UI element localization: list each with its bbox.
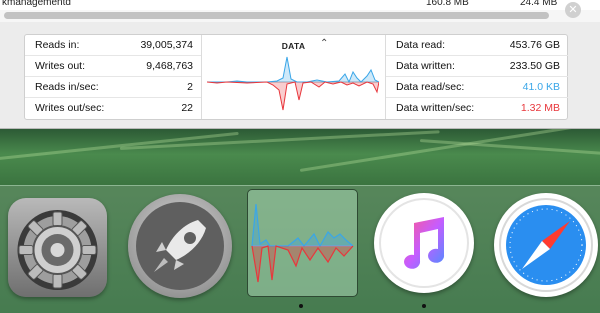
stat-label: Data written: — [396, 60, 455, 72]
stat-label: Writes out: — [35, 60, 85, 72]
stat-value: 453.76 GB — [509, 39, 560, 51]
dock-item-safari[interactable] — [494, 193, 598, 297]
disk-stats-panel: Reads in: 39,005,374 Writes out: 9,468,7… — [24, 34, 568, 120]
running-indicator — [299, 304, 303, 308]
stat-label: Reads in: — [35, 39, 80, 51]
dock-item-system-preferences[interactable] — [8, 198, 107, 297]
activity-monitor-window: kmanagementd 160.8 MB 24.4 MB ✕ Reads in… — [0, 0, 600, 129]
compass-icon — [499, 198, 593, 292]
rocket-icon — [136, 202, 224, 290]
desktop-wallpaper — [0, 129, 600, 185]
disk-activity-graph — [207, 56, 379, 111]
activity-graph-icon — [251, 203, 354, 283]
stat-row-reads-in: Reads in: 39,005,374 — [25, 35, 201, 56]
process-real-memory: 24.4 MB — [520, 0, 558, 8]
scrollbar-thumb[interactable] — [4, 12, 549, 19]
stat-label: Writes out/sec: — [35, 102, 105, 114]
dock-item-itunes[interactable] — [374, 193, 474, 293]
stat-value: 39,005,374 — [140, 39, 193, 51]
io-counts-table: Reads in: 39,005,374 Writes out: 9,468,7… — [25, 35, 202, 119]
stat-value: 1.32 MB — [520, 102, 560, 114]
stat-row-writes-per-sec: Writes out/sec: 22 — [25, 98, 201, 118]
dock-item-activity-monitor[interactable] — [247, 189, 358, 297]
stat-label: Data read: — [396, 39, 446, 51]
stat-row-data-written-per-sec: Data written/sec: 1.32 MB — [386, 98, 568, 118]
stat-row-reads-per-sec: Reads in/sec: 2 — [25, 77, 201, 98]
process-memory: 160.8 MB — [426, 0, 469, 8]
horizontal-scrollbar[interactable] — [0, 10, 600, 22]
data-graph: DATA ⌃ — [202, 35, 385, 119]
dock-item-launchpad[interactable] — [128, 194, 232, 298]
process-row[interactable]: kmanagementd 160.8 MB 24.4 MB — [0, 0, 600, 10]
clear-search-icon[interactable]: ✕ — [565, 2, 581, 18]
stat-row-data-written: Data written: 233.50 GB — [386, 56, 568, 77]
stat-value: 9,468,763 — [146, 60, 193, 72]
graph-mode-selector[interactable]: DATA — [202, 41, 385, 51]
write-series-line — [207, 81, 379, 111]
data-volume-table: Data read: 453.76 GB Data written: 233.5… — [385, 35, 568, 119]
stat-label: Reads in/sec: — [35, 81, 99, 93]
stat-value: 233.50 GB — [509, 60, 560, 72]
stat-value: 41.0 KB — [522, 81, 560, 93]
stat-value: 22 — [181, 102, 193, 114]
dock — [0, 185, 600, 313]
process-name: kmanagementd — [2, 0, 71, 8]
music-note-icon — [379, 198, 469, 288]
stat-value: 2 — [187, 81, 193, 93]
stat-row-data-read: Data read: 453.76 GB — [386, 35, 568, 56]
stat-label: Data written/sec: — [396, 102, 475, 114]
gear-icon — [17, 210, 98, 290]
stat-row-writes-out: Writes out: 9,468,763 — [25, 56, 201, 77]
running-indicator — [422, 304, 426, 308]
read-series-line — [207, 56, 379, 84]
updown-chevron-icon[interactable]: ⌃ — [320, 38, 328, 49]
stat-row-data-read-per-sec: Data read/sec: 41.0 KB — [386, 77, 568, 98]
stat-label: Data read/sec: — [396, 81, 465, 93]
